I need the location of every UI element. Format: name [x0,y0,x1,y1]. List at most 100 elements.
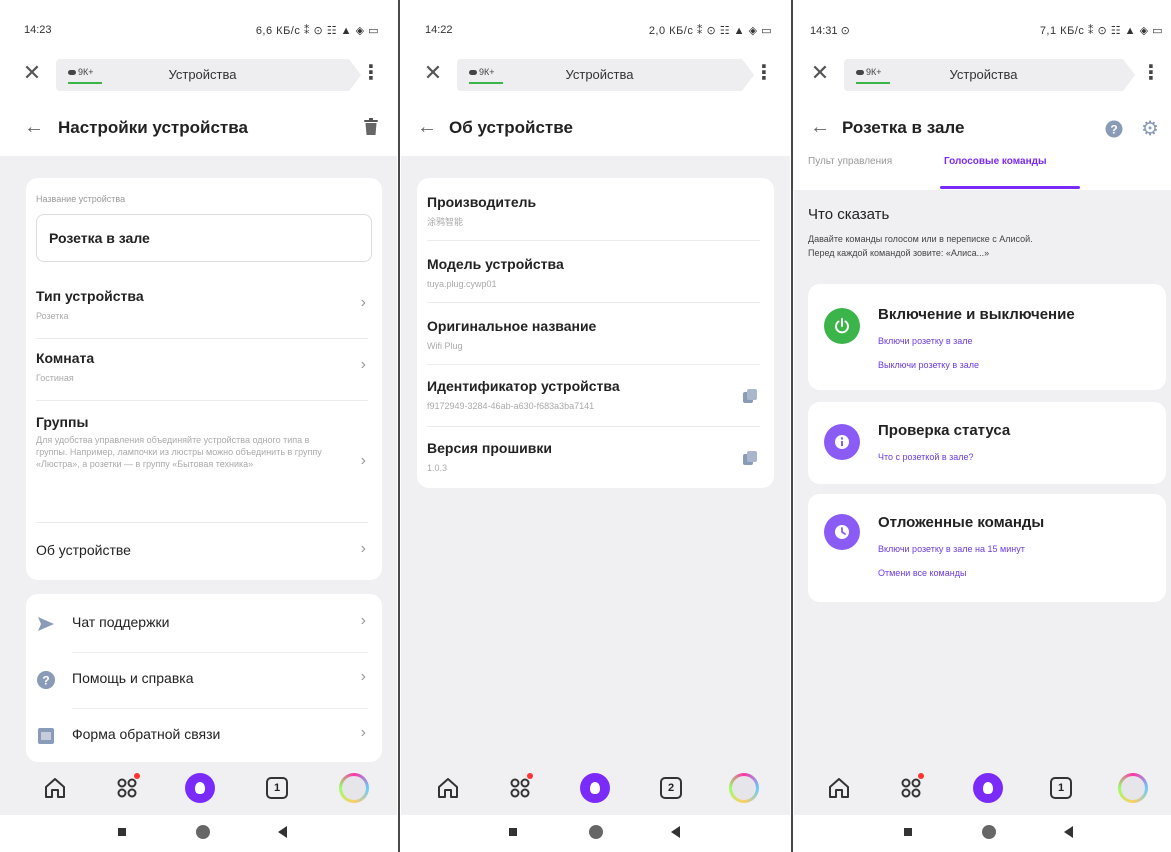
recents-icon[interactable] [509,828,517,836]
copy-icon[interactable] [742,450,758,466]
more-menu-icon[interactable]: ⋮ [1141,60,1161,85]
screen-header: ← Об устройстве [401,98,790,156]
info-title: Производитель [427,194,537,210]
support-row-help[interactable]: ? Помощь и справка › [26,652,382,708]
screen-title: Розетка в зале [842,118,965,137]
tabs-count: 1 [1050,777,1072,799]
status-time: 14:31 ⊙ [810,25,850,37]
services-icon[interactable] [894,771,928,805]
support-row-feedback[interactable]: Форма обратной связи › [26,708,382,762]
screen-title: Об устройстве [449,118,573,137]
trash-icon[interactable] [363,118,379,136]
more-menu-icon[interactable]: ⋮ [754,60,774,85]
setting-row-room[interactable]: Комната Гостиная › [26,340,382,400]
info-value: tuya.plug.cywp01 [427,279,497,289]
intro-text-1: Давайте команды голосом или в переписке … [808,234,1033,244]
support-row-chat[interactable]: Чат поддержки › [26,596,382,650]
screen-header: ← Настройки устройства [0,98,397,156]
recents-icon[interactable] [118,828,126,836]
home-button-icon[interactable] [589,825,603,839]
command-example-link[interactable]: Выключи розетку в зале [878,360,979,370]
alice-button[interactable] [183,771,217,805]
divider [427,426,760,427]
svg-text:?: ? [1110,123,1117,137]
chevron-right-icon: › [360,668,366,685]
screen-header: ← Розетка в зале ? ⚙ [794,98,1171,148]
status-time: 14:22 [425,24,453,36]
services-icon[interactable] [110,771,144,805]
back-button-icon[interactable] [278,826,287,838]
clock-icon [824,514,860,550]
chevron-right-icon: › [360,612,366,629]
info-title: Версия прошивки [427,440,552,456]
home-icon[interactable] [822,771,856,805]
home-button-icon[interactable] [982,825,996,839]
avatar[interactable] [337,771,371,805]
back-button-icon[interactable] [1064,826,1073,838]
chevron-right-icon: › [360,540,366,557]
home-icon[interactable] [38,771,72,805]
support-card: Чат поддержки › ? Помощь и справка › Фор… [26,594,382,762]
device-info-card: Производитель 涂鸦智能 Модель устройства tuy… [417,178,774,488]
more-menu-icon[interactable]: ⋮ [361,60,381,85]
tabs-counter[interactable]: 1 [260,771,294,805]
back-arrow-icon[interactable]: ← [810,116,830,139]
back-arrow-icon[interactable]: ← [24,116,44,139]
back-arrow-icon[interactable]: ← [417,116,437,139]
feedback-form-icon [38,728,54,744]
help-icon[interactable]: ? [1105,120,1123,138]
command-example-link[interactable]: Отмени все команды [878,568,966,578]
setting-row-about[interactable]: Об устройстве › [26,524,382,578]
command-example-link[interactable]: Что с розеткой в зале? [878,452,974,462]
tabs-counter[interactable]: 2 [654,771,688,805]
tabs-counter[interactable]: 1 [1044,771,1078,805]
setting-row-groups[interactable]: Группы Для удобства управления объединяй… [26,404,382,522]
info-row-original-name: Оригинальное название Wifi Plug [417,310,774,366]
setting-row-device-type[interactable]: Тип устройства Розетка › [26,278,382,336]
close-icon[interactable]: ✕ [808,60,832,86]
divider [36,400,368,401]
address-bar[interactable]: 9К+ Устройства [56,59,361,91]
close-icon[interactable]: ✕ [20,60,44,86]
home-icon[interactable] [431,771,465,805]
alice-button[interactable] [578,771,612,805]
tab-bar: Пульт управления Голосовые команды [794,148,1171,190]
device-name-value: Розетка в зале [49,230,150,246]
command-card-delayed: Отложенные команды Включи розетку в зале… [808,494,1166,602]
close-icon[interactable]: ✕ [421,60,445,86]
power-icon [824,308,860,344]
device-name-label: Название устройства [36,194,126,204]
setting-title: Об устройстве [36,542,131,558]
info-icon [824,424,860,460]
divider [427,364,760,365]
recents-icon[interactable] [904,828,912,836]
avatar[interactable] [727,771,761,805]
browser-bar: ✕ 9К+ Устройства ⋮ [794,54,1171,98]
chevron-right-icon: › [360,356,366,373]
alice-button[interactable] [971,771,1005,805]
gear-icon[interactable]: ⚙ [1141,116,1159,141]
address-bar[interactable]: 9К+ Устройства [844,59,1135,91]
avatar[interactable] [1116,771,1150,805]
info-row-model: Модель устройства tuya.plug.cywp01 [417,248,774,304]
device-settings-card: Название устройства Розетка в зале Тип у… [26,178,382,580]
copy-icon[interactable] [742,388,758,404]
screen-title: Настройки устройства [58,118,248,137]
command-example-link[interactable]: Включи розетку в зале на 15 минут [878,544,1025,554]
bottom-nav: 1 [0,763,397,815]
bottom-nav: 2 [401,763,790,815]
system-nav [401,815,790,852]
home-button-icon[interactable] [196,825,210,839]
tab-voice-commands[interactable]: Голосовые команды [944,156,1047,167]
info-value: Wifi Plug [427,341,463,351]
browser-bar: ✕ 9К+ Устройства ⋮ [401,54,790,98]
status-bar: 14:22 2,0 КБ/с ⁑ ⊙ ☷ ▲ ◈ ▭ [401,0,790,54]
system-nav [0,815,397,852]
setting-title: Группы [36,414,89,430]
address-bar[interactable]: 9К+ Устройства [457,59,754,91]
services-icon[interactable] [503,771,537,805]
device-name-field[interactable]: Розетка в зале [36,214,372,262]
command-example-link[interactable]: Включи розетку в зале [878,336,973,346]
tab-remote-control[interactable]: Пульт управления [808,156,892,167]
back-button-icon[interactable] [671,826,680,838]
